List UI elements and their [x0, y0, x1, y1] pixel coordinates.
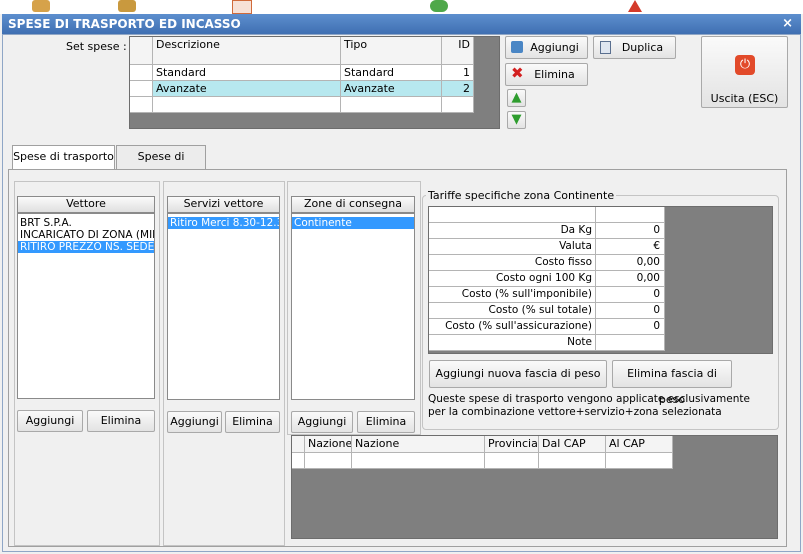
column-header-nazione[interactable]: Nazione: [305, 436, 352, 453]
column-header-dal-cap[interactable]: Dal CAP: [539, 436, 606, 453]
set-spese-label: Set spese :: [66, 40, 127, 53]
table-row-descrizione[interactable]: Standard: [153, 65, 341, 81]
tariffe-row-label: Costo (% sul totale): [429, 303, 596, 319]
tab-spese-incasso[interactable]: Spese di incasso: [116, 145, 206, 185]
table-row-new[interactable]: [153, 97, 341, 113]
elimina-set-label: Elimina: [534, 68, 575, 81]
tariffe-row-label: Costo ogni 100 Kg: [429, 271, 596, 287]
uscita-button[interactable]: ⏻ Uscita (ESC): [701, 36, 788, 108]
column-header-provincia[interactable]: Provincia: [485, 436, 539, 453]
tariffe-header-value: [596, 207, 665, 223]
money-icon: [430, 0, 448, 12]
table-row-new[interactable]: [606, 453, 673, 469]
tariffe-row-label: Costo fisso: [429, 255, 596, 271]
move-down-icon[interactable]: ▼: [507, 111, 526, 129]
people-icon: [118, 0, 136, 12]
tariffe-title: Tariffe specifiche zona Continente: [426, 189, 617, 202]
desktop-strip: [0, 0, 803, 14]
column-header-al-cap[interactable]: Al CAP: [606, 436, 673, 453]
folder-icon: [32, 0, 50, 12]
document-icon: [232, 0, 252, 14]
tariffe-row-value[interactable]: 0,00: [596, 255, 665, 271]
tariffe-row-value[interactable]: 0: [596, 223, 665, 239]
list-item[interactable]: INCARICATO DI ZONA (MIL: [18, 229, 154, 241]
elimina-set-button[interactable]: ✖ Elimina: [505, 63, 588, 86]
nazioni-grid: Nazione Nazione Provincia Dal CAP Al CAP: [291, 435, 778, 539]
tariffe-info-text: Queste spese di trasporto vengono applic…: [428, 393, 750, 418]
tariffe-header-corner: [429, 207, 596, 223]
tariffe-row-value[interactable]: 0,00: [596, 271, 665, 287]
row-indicator: [130, 97, 153, 113]
servizi-aggiungi-button[interactable]: Aggiungi: [167, 411, 222, 433]
power-icon: ⏻: [735, 55, 755, 75]
list-item-selected[interactable]: Ritiro Merci 8.30-12.30: [168, 217, 279, 229]
aggiungi-set-label: Aggiungi: [530, 41, 579, 54]
add-icon: [511, 41, 523, 53]
table-row-descrizione-selected[interactable]: Avanzate: [153, 81, 341, 97]
duplica-button[interactable]: Duplica: [593, 36, 676, 59]
duplica-label: Duplica: [621, 41, 664, 54]
table-row-new[interactable]: [539, 453, 606, 469]
column-header-id[interactable]: ID: [442, 37, 474, 65]
move-up-icon[interactable]: ▲: [507, 89, 526, 107]
vettore-header: Vettore: [17, 196, 155, 213]
row-indicator: [292, 453, 305, 469]
tariffe-row-label: Costo (% sull'assicurazione): [429, 319, 596, 335]
column-header-tipo[interactable]: Tipo: [341, 37, 442, 65]
tariffe-row-value[interactable]: 0: [596, 287, 665, 303]
servizi-list[interactable]: Ritiro Merci 8.30-12.30: [167, 213, 280, 400]
set-spese-grid: Descrizione Tipo ID Standard Standard 1 …: [129, 36, 500, 129]
vettore-elimina-button[interactable]: Elimina: [87, 410, 155, 432]
tariffe-row-label: Note: [429, 335, 596, 351]
zone-aggiungi-button[interactable]: Aggiungi: [291, 411, 353, 433]
vettore-list[interactable]: BRT S.P.A. INCARICATO DI ZONA (MIL RITIR…: [17, 213, 155, 399]
list-item-selected[interactable]: Continente: [292, 217, 414, 229]
tariffe-row-value[interactable]: 0: [596, 319, 665, 335]
servizi-elimina-button[interactable]: Elimina: [225, 411, 280, 433]
list-item[interactable]: BRT S.P.A.: [18, 217, 154, 229]
tab-spese-trasporto[interactable]: Spese di trasporto: [12, 145, 115, 170]
row-indicator: [130, 81, 153, 97]
zone-elimina-button[interactable]: Elimina: [357, 411, 415, 433]
aggiungi-set-button[interactable]: Aggiungi: [505, 36, 588, 59]
tariffe-note-value[interactable]: [596, 335, 665, 351]
table-row-new[interactable]: [341, 97, 442, 113]
tariffe-row-value[interactable]: €: [596, 239, 665, 255]
list-item-selected[interactable]: RITIRO PREZZO NS. SEDE: [18, 241, 154, 253]
table-row-id-selected[interactable]: 2: [442, 81, 474, 97]
copy-icon: [600, 41, 611, 54]
table-row-new[interactable]: [305, 453, 352, 469]
tariffe-row-label: Costo (% sull'imponibile): [429, 287, 596, 303]
vettore-aggiungi-button[interactable]: Aggiungi: [17, 410, 83, 432]
aggiungi-fascia-button[interactable]: Aggiungi nuova fascia di peso: [429, 360, 607, 388]
grid-corner: [130, 37, 153, 65]
uscita-label: Uscita (ESC): [710, 92, 779, 105]
table-row-tipo[interactable]: Standard: [341, 65, 442, 81]
table-row-new[interactable]: [352, 453, 485, 469]
table-row-new[interactable]: [485, 453, 539, 469]
column-header-nazione-desc[interactable]: Nazione: [352, 436, 485, 453]
warning-icon: [628, 0, 642, 12]
tariffe-row-value[interactable]: 0: [596, 303, 665, 319]
elimina-fascia-button[interactable]: Elimina fascia di peso: [612, 360, 732, 406]
column-header-descrizione[interactable]: Descrizione: [153, 37, 341, 65]
zone-header: Zone di consegna: [291, 196, 415, 213]
table-row-tipo-selected[interactable]: Avanzate: [341, 81, 442, 97]
delete-icon: ✖: [511, 64, 524, 82]
row-indicator: [130, 65, 153, 81]
window-title: SPESE DI TRASPORTO ED INCASSO: [8, 17, 241, 31]
grid-corner: [292, 436, 305, 453]
close-icon[interactable]: ×: [782, 14, 793, 34]
tariffe-row-label: Da Kg: [429, 223, 596, 239]
servizi-header: Servizi vettore: [167, 196, 280, 213]
window-title-bar: SPESE DI TRASPORTO ED INCASSO ×: [2, 14, 801, 34]
table-row-id[interactable]: 1: [442, 65, 474, 81]
zone-list[interactable]: Continente: [291, 213, 415, 400]
tariffe-row-label: Valuta: [429, 239, 596, 255]
tariffe-grid: Da Kg 0 Valuta € Costo fisso 0,00 Costo …: [428, 206, 773, 354]
table-row-new[interactable]: [442, 97, 474, 113]
